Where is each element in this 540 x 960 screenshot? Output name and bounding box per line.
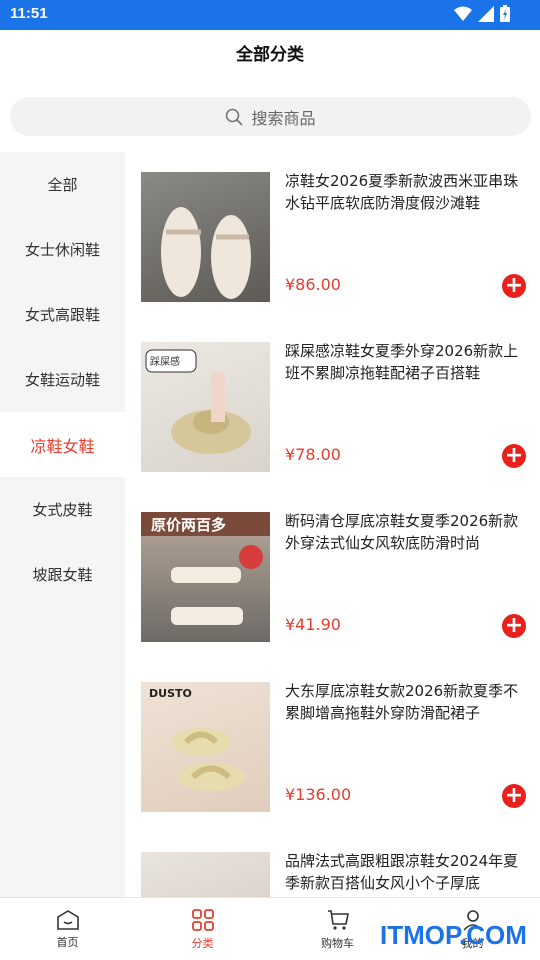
- cart-icon: [327, 909, 349, 930]
- list-item[interactable]: 品牌法式高跟粗跟凉鞋女2024年夏季新款百搭仙女风小个子厚底: [141, 832, 531, 897]
- home-icon: [56, 909, 79, 930]
- plus-icon: +: [504, 613, 524, 638]
- tab-label: 购物车: [321, 936, 354, 950]
- sidebar-item-casual[interactable]: 女士休闲鞋: [0, 217, 125, 282]
- plus-icon: +: [504, 443, 524, 468]
- category-sidebar: 全部 女士休闲鞋 女式高跟鞋 女鞋运动鞋 凉鞋女鞋 女式皮鞋 坡跟女鞋: [0, 152, 125, 897]
- list-item[interactable]: 原价两百多 断码清仓厚底凉鞋女夏季2026新款外穿法式仙女风软底防滑时尚 ¥41…: [141, 492, 531, 642]
- product-image[interactable]: 踩屎感: [141, 342, 270, 472]
- search-bar[interactable]: 搜索商品: [10, 97, 531, 136]
- search-placeholder: 搜索商品: [251, 108, 316, 128]
- plus-icon: +: [504, 783, 524, 808]
- status-icons: [454, 5, 510, 22]
- signal-icon: [478, 5, 494, 22]
- sidebar-item-wedge[interactable]: 坡跟女鞋: [0, 542, 125, 607]
- list-item[interactable]: 踩屎感 踩屎感凉鞋女夏季外穿2026新款上班不累脚凉拖鞋配裙子百搭鞋 ¥78.0…: [141, 322, 531, 472]
- product-image[interactable]: [141, 172, 270, 302]
- watermark: ITMOP.COM: [380, 920, 527, 950]
- add-to-cart-button[interactable]: +: [502, 274, 526, 298]
- sidebar-item-label: 全部: [47, 176, 78, 194]
- product-name: 踩屎感凉鞋女夏季外穿2026新款上班不累脚凉拖鞋配裙子百搭鞋: [285, 342, 519, 382]
- product-badge: 踩屎感: [150, 357, 180, 368]
- product-name: 大东厚底凉鞋女款2026新款夏季不累脚增高拖鞋外穿防滑配裙子: [285, 682, 519, 722]
- product-name: 断码清仓厚底凉鞋女夏季2026新款外穿法式仙女风软底防滑时尚: [285, 512, 519, 552]
- sidebar-item-leather[interactable]: 女式皮鞋: [0, 477, 125, 542]
- product-image[interactable]: DUSTO: [141, 682, 270, 812]
- add-to-cart-button[interactable]: +: [502, 444, 526, 468]
- sidebar-item-heels[interactable]: 女式高跟鞋: [0, 282, 125, 347]
- category-icon: [191, 908, 214, 931]
- status-bar: 11:51: [0, 0, 540, 30]
- wifi-icon: [454, 6, 472, 21]
- add-to-cart-button[interactable]: +: [502, 614, 526, 638]
- product-list: 凉鞋女2026夏季新款波西米亚串珠水钻平底软底防滑度假沙滩鞋 ¥86.00 + …: [125, 152, 540, 897]
- sidebar-item-all[interactable]: 全部: [0, 152, 125, 217]
- list-item[interactable]: 凉鞋女2026夏季新款波西米亚串珠水钻平底软底防滑度假沙滩鞋 ¥86.00 +: [141, 152, 531, 302]
- product-image[interactable]: 原价两百多: [141, 512, 270, 642]
- page-title: 全部分类: [236, 45, 304, 65]
- sidebar-item-sport[interactable]: 女鞋运动鞋: [0, 347, 125, 412]
- tab-label: 分类: [191, 936, 214, 950]
- product-image[interactable]: [141, 852, 270, 897]
- add-to-cart-button[interactable]: +: [502, 784, 526, 808]
- product-price: ¥78.00: [285, 445, 341, 464]
- tab-category[interactable]: 分类: [135, 898, 270, 960]
- plus-icon: +: [504, 273, 524, 298]
- tab-home[interactable]: 首页: [0, 898, 135, 960]
- product-price: ¥86.00: [285, 275, 341, 294]
- sidebar-item-label: 女式皮鞋: [32, 501, 93, 519]
- sidebar-item-label: 凉鞋女鞋: [30, 436, 95, 456]
- sidebar-item-label: 坡跟女鞋: [32, 566, 93, 584]
- battery-icon: [500, 5, 510, 22]
- product-price: ¥41.90: [285, 615, 341, 634]
- status-time: 11:51: [10, 5, 48, 22]
- page-header: 全部分类: [0, 30, 540, 80]
- sidebar-item-label: 女士休闲鞋: [24, 241, 100, 259]
- sidebar-item-sandals[interactable]: 凉鞋女鞋: [0, 412, 125, 477]
- product-name: 品牌法式高跟粗跟凉鞋女2024年夏季新款百搭仙女风小个子厚底: [285, 852, 519, 892]
- search-icon: [226, 108, 243, 125]
- product-name: 凉鞋女2026夏季新款波西米亚串珠水钻平底软底防滑度假沙滩鞋: [285, 172, 519, 212]
- list-item[interactable]: DUSTO 大东厚底凉鞋女款2026新款夏季不累脚增高拖鞋外穿防滑配裙子 ¥13…: [141, 662, 531, 812]
- product-price: ¥136.00: [285, 785, 352, 804]
- sidebar-item-label: 女鞋运动鞋: [24, 371, 100, 389]
- sidebar-item-label: 女式高跟鞋: [24, 306, 100, 324]
- tab-label: 首页: [56, 935, 79, 949]
